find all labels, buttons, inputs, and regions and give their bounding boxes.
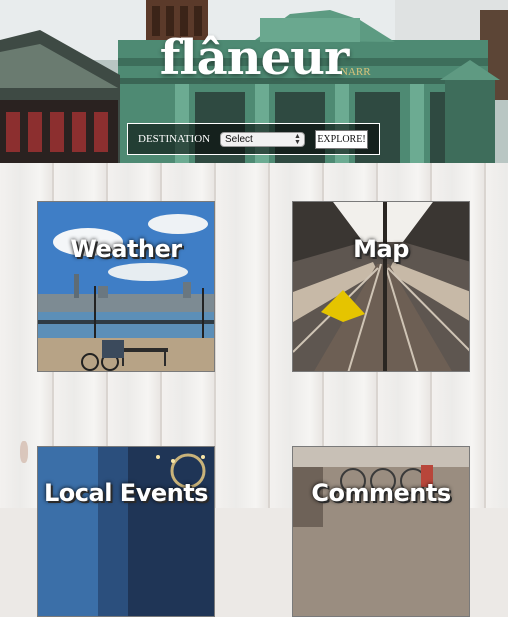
map-photo bbox=[293, 202, 469, 371]
up-down-chevron-icon: ▲ ▼ bbox=[294, 133, 301, 146]
tile-local-events-title: Local Events bbox=[44, 479, 208, 507]
destination-select[interactable]: Select ▲ ▼ bbox=[220, 132, 305, 147]
tile-local-events[interactable]: Local Events bbox=[37, 446, 215, 617]
weather-photo bbox=[38, 202, 214, 371]
destination-select-value: Select bbox=[225, 134, 253, 145]
destination-form: DESTINATION Select ▲ ▼ EXPLORE! bbox=[127, 123, 380, 155]
local-events-photo bbox=[38, 447, 214, 616]
wood-knot bbox=[20, 441, 28, 463]
tile-map[interactable]: Map bbox=[292, 201, 470, 372]
tile-map-title: Map bbox=[353, 235, 409, 263]
tile-comments-title: Comments bbox=[311, 479, 451, 507]
tile-comments[interactable]: Comments bbox=[292, 446, 470, 617]
site-logo[interactable]: flâneur bbox=[0, 30, 508, 86]
tile-weather[interactable]: Weather bbox=[37, 201, 215, 372]
hero-banner: NARR flâneur DESTINATION Select ▲ ▼ EXPLO… bbox=[0, 0, 508, 163]
explore-button[interactable]: EXPLORE! bbox=[315, 130, 368, 149]
tile-weather-title: Weather bbox=[70, 235, 182, 263]
destination-label: DESTINATION bbox=[138, 133, 211, 145]
comments-photo bbox=[293, 447, 469, 616]
